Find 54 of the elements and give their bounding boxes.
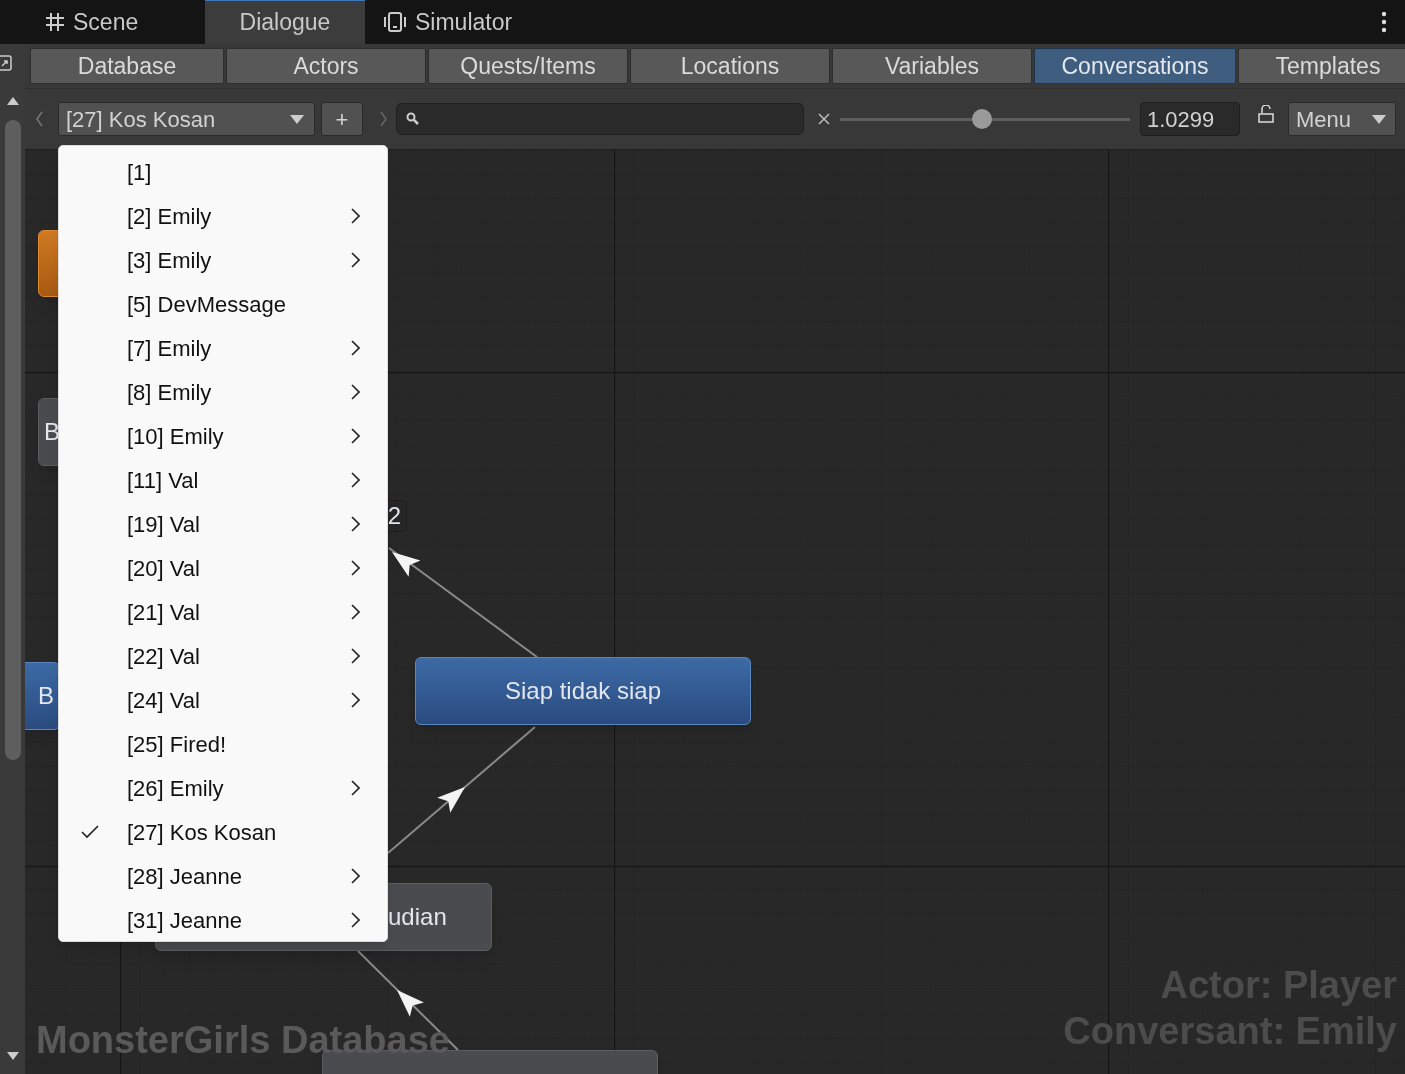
menu-item[interactable]: [8] Emily <box>59 370 387 414</box>
scroll-down-icon[interactable] <box>5 1051 20 1061</box>
section-tab[interactable]: Templates <box>1238 48 1405 84</box>
window-tab[interactable]: Simulator <box>365 0 531 44</box>
lock-icon[interactable] <box>1258 105 1274 123</box>
section-tab[interactable]: Actors <box>226 48 426 84</box>
node-text: Siap tidak siap <box>503 676 663 706</box>
section-tab[interactable]: Quests/Items <box>428 48 628 84</box>
menu-item[interactable]: [10] Emily <box>59 414 387 458</box>
menu-item[interactable]: [27] Kos Kosan <box>59 810 387 854</box>
menu-item[interactable]: [11] Val <box>59 458 387 502</box>
conversation-dropdown[interactable]: [27] Kos Kosan <box>58 102 315 136</box>
section-tab[interactable]: Database <box>30 48 224 84</box>
search-field[interactable] <box>396 103 804 135</box>
caret-icon <box>290 114 304 124</box>
node-text: B <box>44 417 60 447</box>
zoom-slider[interactable] <box>840 109 1130 129</box>
hash-icon <box>45 12 65 32</box>
more-icon[interactable] <box>1380 11 1388 33</box>
node-text: udian <box>388 902 447 932</box>
add-button[interactable]: + <box>321 102 363 136</box>
menu-item[interactable]: [2] Emily <box>59 194 387 238</box>
phone-icon <box>383 12 407 32</box>
section-tab[interactable]: Variables <box>832 48 1032 84</box>
menu-item[interactable]: [1] <box>59 150 387 194</box>
menu-item[interactable]: [31] Jeanne <box>59 898 387 942</box>
window-tab[interactable]: Dialogue <box>205 0 365 44</box>
section-tab[interactable]: Conversations <box>1034 48 1236 84</box>
menu-item[interactable]: [28] Jeanne <box>59 854 387 898</box>
search-icon <box>406 112 420 126</box>
node-text: 2 <box>387 501 401 531</box>
menu-item[interactable]: [24] Val <box>59 678 387 722</box>
close-icon[interactable] <box>818 113 830 125</box>
section-tab[interactable]: Locations <box>630 48 830 84</box>
menu-item[interactable]: [25] Fired! <box>59 722 387 766</box>
menu-item[interactable]: [21] Val <box>59 590 387 634</box>
chevron-left-icon[interactable] <box>35 111 43 127</box>
window-tab[interactable]: Scene <box>45 0 205 44</box>
menu-item[interactable]: [26] Emily <box>59 766 387 810</box>
dialogue-node[interactable]: Siap tidak siap <box>415 657 751 725</box>
menu-item[interactable]: [7] Emily <box>59 326 387 370</box>
menu-item[interactable]: [3] Emily <box>59 238 387 282</box>
node-text: B <box>38 681 54 711</box>
scroll-up-icon[interactable] <box>5 96 20 106</box>
dialogue-node[interactable]: B <box>25 662 60 730</box>
popout-icon[interactable] <box>0 54 14 72</box>
menu-item[interactable]: [22] Val <box>59 634 387 678</box>
menu-item[interactable]: [20] Val <box>59 546 387 590</box>
zoom-field[interactable]: 1.0299 <box>1140 102 1240 136</box>
menu-item[interactable]: [19] Val <box>59 502 387 546</box>
menu-item[interactable]: [5] DevMessage <box>59 282 387 326</box>
scrollbar-thumb[interactable] <box>4 120 21 760</box>
menu-dropdown[interactable]: Menu <box>1288 102 1396 136</box>
caret-icon <box>1372 114 1386 124</box>
